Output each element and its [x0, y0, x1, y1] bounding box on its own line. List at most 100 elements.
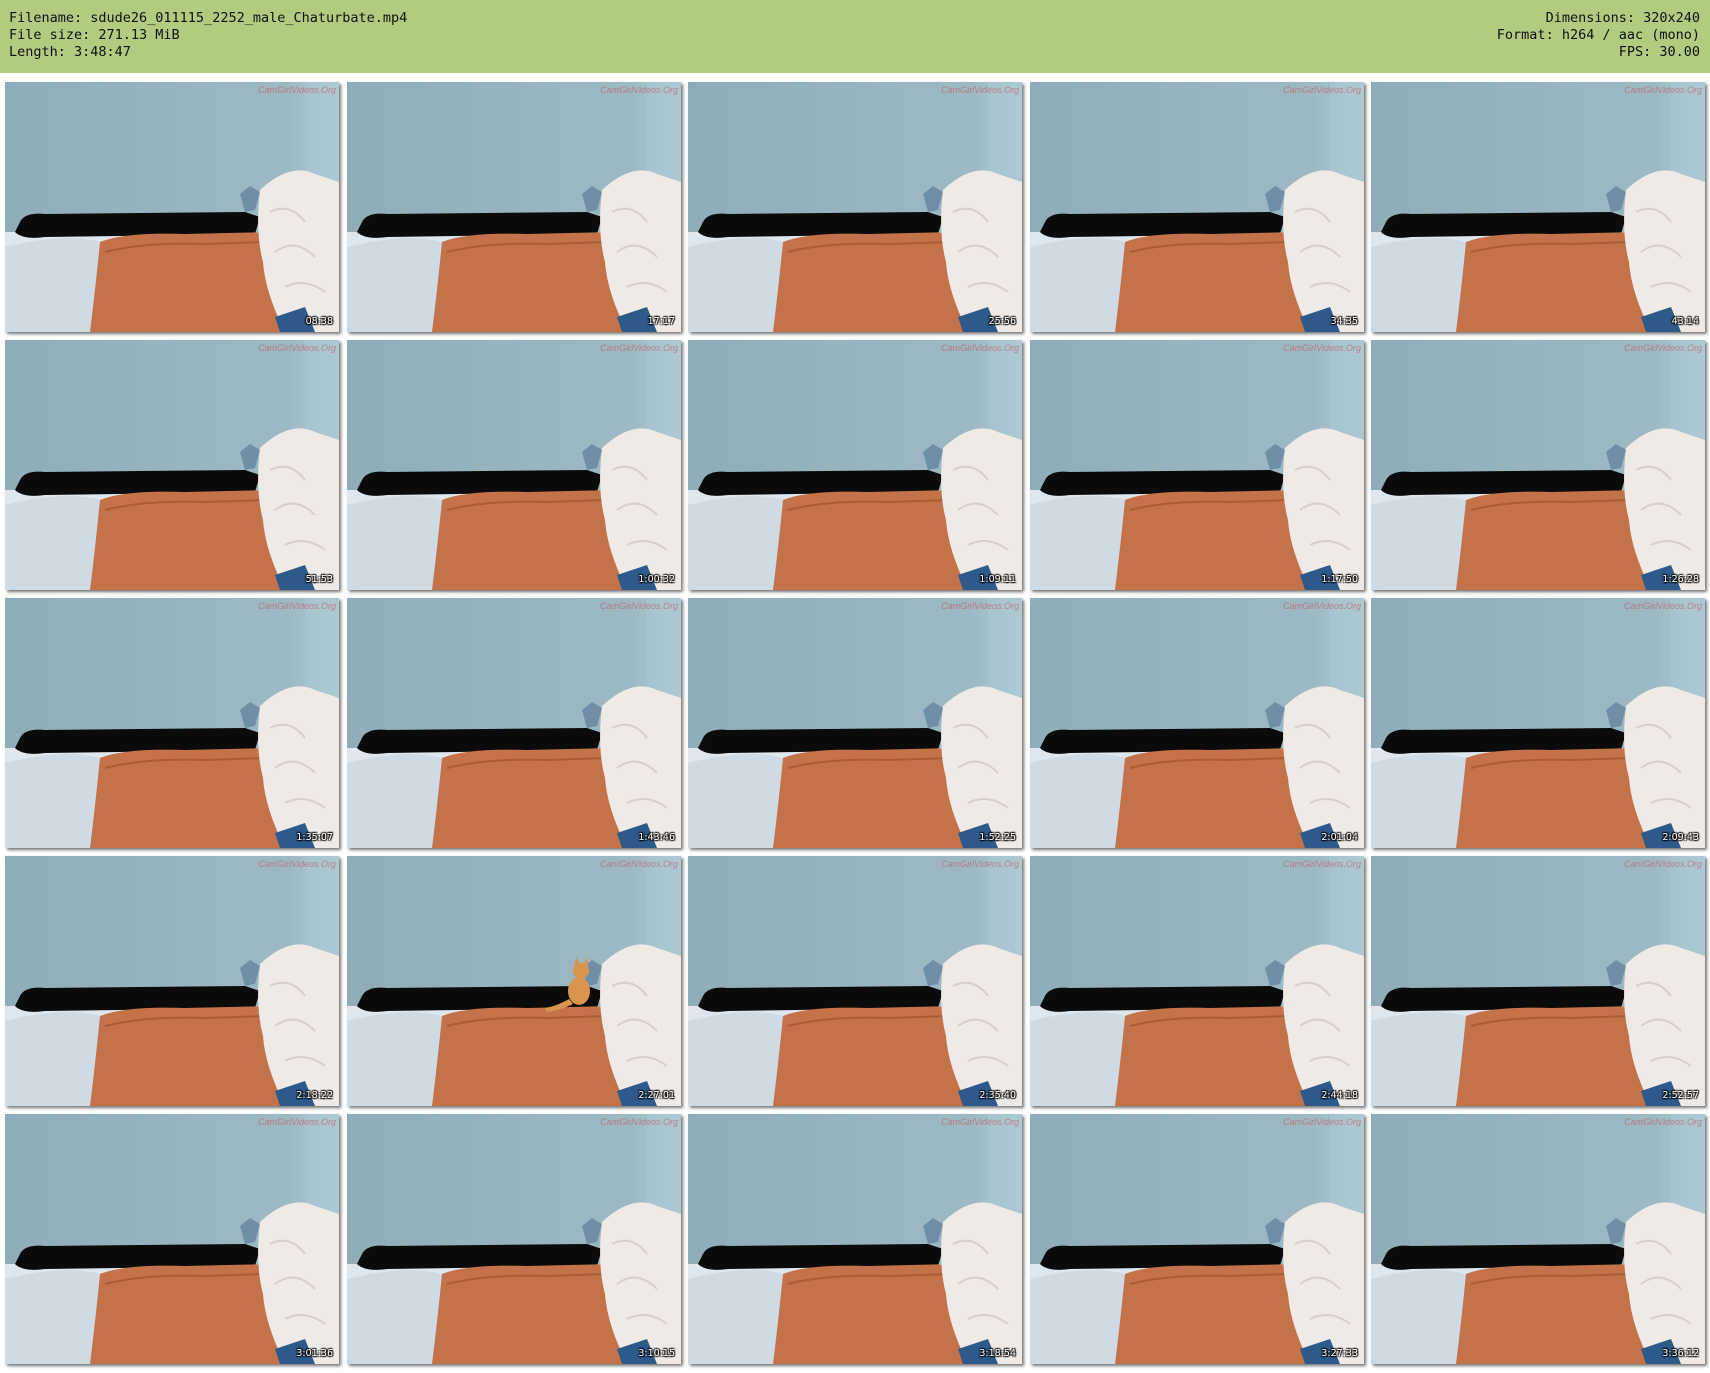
frame-timestamp: 17:17 — [647, 316, 675, 327]
frame-timestamp: 2:01:04 — [1321, 832, 1358, 843]
video-thumbnail: CamGirlVideos.Org 1:09:11 — [688, 340, 1022, 590]
frame-timestamp: 3:10:15 — [638, 1348, 675, 1359]
video-thumbnail: CamGirlVideos.Org 1:52:25 — [688, 598, 1022, 848]
video-thumbnail: CamGirlVideos.Org 2:09:43 — [1371, 598, 1705, 848]
watermark-text: CamGirlVideos.Org — [1624, 601, 1702, 611]
video-thumbnail: CamGirlVideos.Org 1:17:50 — [1030, 340, 1364, 590]
watermark-text: CamGirlVideos.Org — [941, 601, 1019, 611]
frame-image — [1371, 598, 1705, 848]
video-info: Dimensions: 320x240 Format: h264 / aac (… — [1497, 10, 1700, 61]
video-thumbnail: CamGirlVideos.Org 2:18:22 — [5, 856, 339, 1106]
frame-timestamp: 43:14 — [1671, 316, 1699, 327]
watermark-text: CamGirlVideos.Org — [600, 859, 678, 869]
frame-image — [1030, 340, 1364, 590]
video-thumbnail: CamGirlVideos.Org 51:53 — [5, 340, 339, 590]
filename-line: Filename: sdude26_011115_2252_male_Chatu… — [9, 10, 408, 26]
watermark-text: CamGirlVideos.Org — [1624, 85, 1702, 95]
watermark-text: CamGirlVideos.Org — [258, 601, 336, 611]
frame-image — [5, 1114, 339, 1364]
watermark-text: CamGirlVideos.Org — [1283, 859, 1361, 869]
frame-timestamp: 3:36:12 — [1662, 1348, 1699, 1359]
watermark-text: CamGirlVideos.Org — [1624, 343, 1702, 353]
video-thumbnail: CamGirlVideos.Org 3:36:12 — [1371, 1114, 1705, 1364]
frame-image — [1371, 1114, 1705, 1364]
video-thumbnail: CamGirlVideos.Org 2:52:57 — [1371, 856, 1705, 1106]
frame-image — [1030, 82, 1364, 332]
video-thumbnail: CamGirlVideos.Org 17:17 — [347, 82, 681, 332]
video-thumbnail: CamGirlVideos.Org 3:10:15 — [347, 1114, 681, 1364]
watermark-text: CamGirlVideos.Org — [941, 1117, 1019, 1127]
frame-timestamp: 3:01:36 — [296, 1348, 333, 1359]
frame-image — [347, 598, 681, 848]
length-line: Length: 3:48:47 — [9, 44, 131, 60]
frame-timestamp: 1:43:46 — [638, 832, 675, 843]
frame-image — [688, 598, 1022, 848]
frame-image — [688, 82, 1022, 332]
frame-image — [347, 856, 681, 1106]
dimensions-line: Dimensions: 320x240 — [1545, 10, 1700, 26]
video-thumbnail: CamGirlVideos.Org 08:38 — [5, 82, 339, 332]
frame-image — [1030, 856, 1364, 1106]
frame-image — [688, 340, 1022, 590]
watermark-text: CamGirlVideos.Org — [941, 85, 1019, 95]
frame-image — [5, 598, 339, 848]
video-thumbnail: CamGirlVideos.Org 25:56 — [688, 82, 1022, 332]
frame-timestamp: 2:09:43 — [1662, 832, 1699, 843]
info-header: Filename: sdude26_011115_2252_male_Chatu… — [0, 0, 1710, 73]
frame-timestamp: 2:35:40 — [979, 1090, 1016, 1101]
frame-image — [5, 340, 339, 590]
watermark-text: CamGirlVideos.Org — [258, 859, 336, 869]
watermark-text: CamGirlVideos.Org — [1283, 343, 1361, 353]
watermark-text: CamGirlVideos.Org — [258, 343, 336, 353]
watermark-text: CamGirlVideos.Org — [1283, 85, 1361, 95]
frame-image — [347, 340, 681, 590]
file-info: Filename: sdude26_011115_2252_male_Chatu… — [9, 10, 407, 61]
frame-timestamp: 1:26:28 — [1662, 574, 1699, 585]
frame-timestamp: 2:44:18 — [1321, 1090, 1358, 1101]
video-thumbnail: CamGirlVideos.Org 2:01:04 — [1030, 598, 1364, 848]
frame-timestamp: 1:52:25 — [979, 832, 1016, 843]
watermark-text: CamGirlVideos.Org — [258, 1117, 336, 1127]
fps-line: FPS: 30.00 — [1618, 44, 1700, 60]
watermark-text: CamGirlVideos.Org — [600, 1117, 678, 1127]
frame-image — [688, 856, 1022, 1106]
frame-image — [1371, 340, 1705, 590]
watermark-text: CamGirlVideos.Org — [258, 85, 336, 95]
watermark-text: CamGirlVideos.Org — [941, 859, 1019, 869]
video-thumbnail: CamGirlVideos.Org 3:18:54 — [688, 1114, 1022, 1364]
watermark-text: CamGirlVideos.Org — [600, 343, 678, 353]
watermark-text: CamGirlVideos.Org — [1624, 859, 1702, 869]
frame-image — [1030, 1114, 1364, 1364]
watermark-text: CamGirlVideos.Org — [600, 85, 678, 95]
video-thumbnail: CamGirlVideos.Org 34:35 — [1030, 82, 1364, 332]
frame-timestamp: 3:27:33 — [1321, 1348, 1358, 1359]
watermark-text: CamGirlVideos.Org — [1624, 1117, 1702, 1127]
watermark-text: CamGirlVideos.Org — [1283, 1117, 1361, 1127]
frame-image — [5, 856, 339, 1106]
frame-timestamp: 08:38 — [305, 316, 333, 327]
frame-image — [1371, 856, 1705, 1106]
video-thumbnail: CamGirlVideos.Org 1:26:28 — [1371, 340, 1705, 590]
frame-timestamp: 1:00:32 — [638, 574, 675, 585]
watermark-text: CamGirlVideos.Org — [1283, 601, 1361, 611]
frame-image — [347, 82, 681, 332]
video-thumbnail: CamGirlVideos.Org 2:44:18 — [1030, 856, 1364, 1106]
frame-image — [688, 1114, 1022, 1364]
frame-timestamp: 2:52:57 — [1662, 1090, 1699, 1101]
video-thumbnail: CamGirlVideos.Org 2:35:40 — [688, 856, 1022, 1106]
video-thumbnail: CamGirlVideos.Org 3:01:36 — [5, 1114, 339, 1364]
watermark-text: CamGirlVideos.Org — [941, 343, 1019, 353]
frame-timestamp: 1:09:11 — [979, 574, 1016, 585]
video-thumbnail: CamGirlVideos.Org 1:43:46 — [347, 598, 681, 848]
frame-timestamp: 25:56 — [988, 316, 1016, 327]
frame-timestamp: 2:18:22 — [296, 1090, 333, 1101]
watermark-text: CamGirlVideos.Org — [600, 601, 678, 611]
frame-image — [347, 1114, 681, 1364]
frame-timestamp: 1:17:50 — [1321, 574, 1358, 585]
frame-image — [1030, 598, 1364, 848]
thumbnail-grid: CamGirlVideos.Org 08:38 CamGirlVideos.Org 1… — [5, 82, 1705, 1368]
frame-timestamp: 2:27:01 — [638, 1090, 675, 1101]
filesize-line: File size: 271.13 MiB — [9, 27, 180, 43]
frame-image — [1371, 82, 1705, 332]
video-thumbnail: CamGirlVideos.Org 2:27:01 — [347, 856, 681, 1106]
